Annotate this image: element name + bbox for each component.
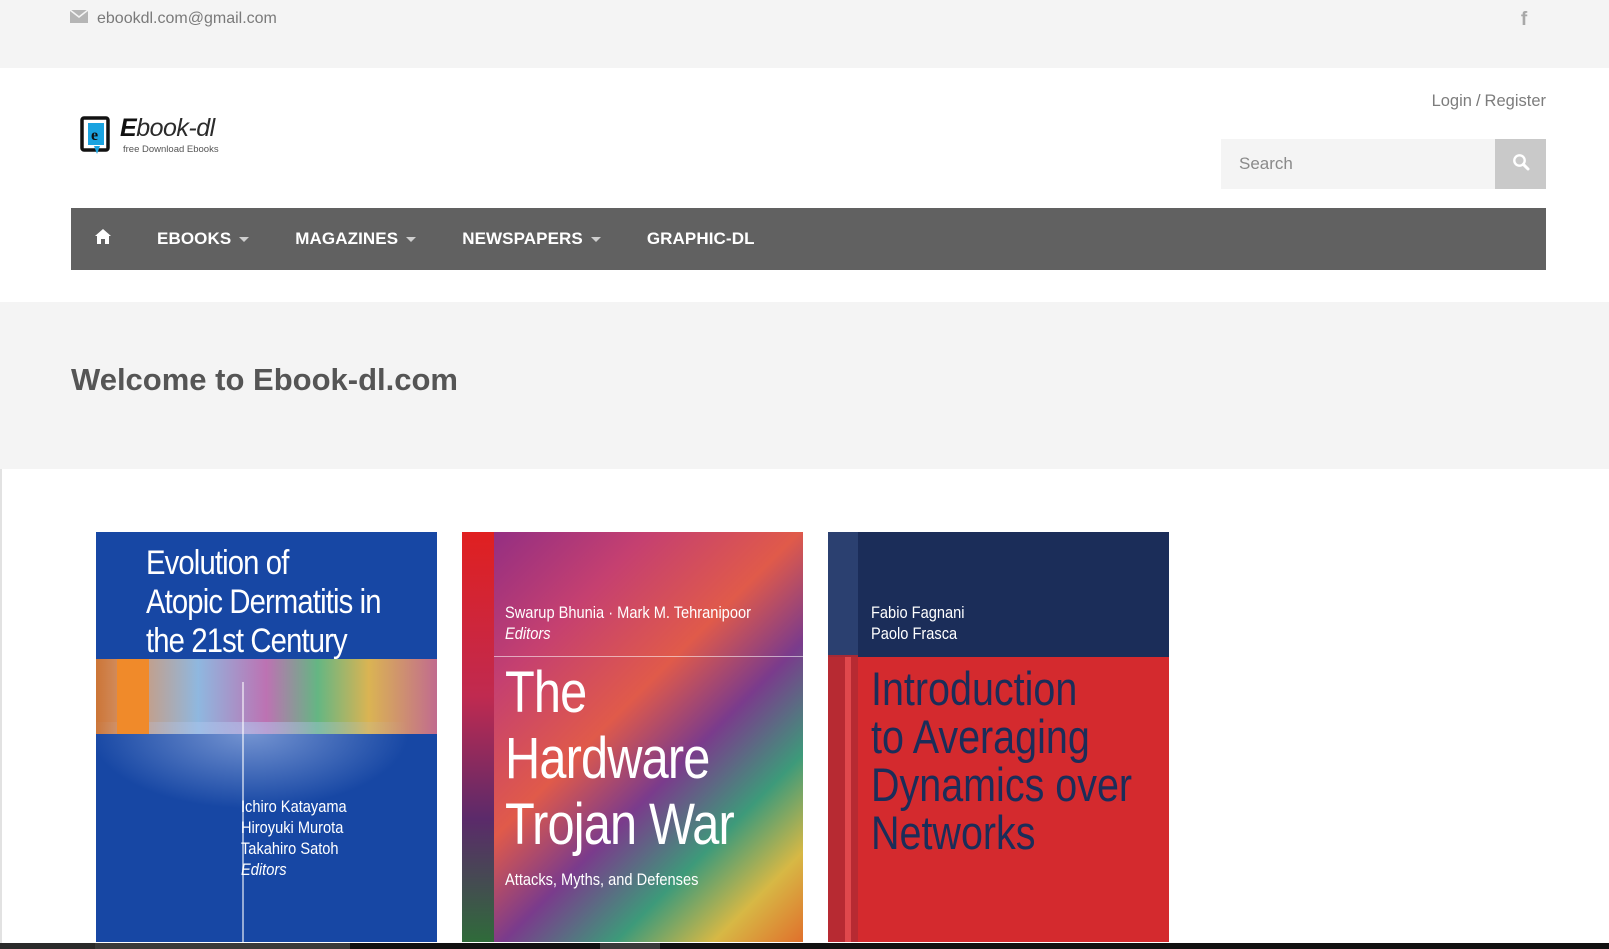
nav-newspapers-label: NEWSPAPERS	[462, 229, 583, 248]
caret-down-icon	[590, 236, 601, 242]
cover-art	[828, 532, 858, 942]
nav-newspapers[interactable]: NEWSPAPERS	[462, 208, 601, 270]
book-card[interactable]: Fabio Fagnani Paolo Frasca Introduction …	[828, 532, 1169, 942]
logo-wordmark: Ebook-dl	[120, 114, 215, 142]
search-icon	[1512, 153, 1530, 176]
login-link[interactable]: Login	[1432, 92, 1472, 110]
caret-down-icon	[406, 236, 417, 242]
contact-email[interactable]: ebookdl.com@gmail.com	[69, 8, 277, 30]
ebook-logo-icon: e	[80, 116, 114, 161]
book-card[interactable]: Evolution of Atopic Dermatitis in the 21…	[96, 532, 437, 942]
nav-ebooks[interactable]: EBOOKS	[157, 208, 250, 270]
nav-graphic-dl-label: GRAPHIC-DL	[646, 229, 755, 248]
main-nav: EBOOKS MAGAZINES NEWSPAPERS GRAPHIC-DL	[71, 208, 1546, 270]
top-bar: ebookdl.com@gmail.com f	[0, 0, 1609, 68]
email-text: ebookdl.com@gmail.com	[97, 10, 277, 27]
search-input[interactable]	[1221, 139, 1495, 189]
cover-art	[462, 532, 494, 942]
book-title: Evolution of Atopic Dermatitis in the 21…	[146, 544, 382, 660]
caret-down-icon	[239, 236, 250, 242]
site-header: e Ebook-dl free Download Ebooks Login / Re…	[0, 68, 1609, 302]
site-logo[interactable]: e Ebook-dl free Download Ebooks	[80, 114, 240, 161]
envelope-icon	[69, 9, 89, 28]
svg-text:e: e	[91, 127, 98, 144]
book-title: Introduction to Averaging Dynamics over …	[871, 662, 1133, 859]
book-title: The Hardware Trojan War	[505, 660, 735, 857]
book-authors: Fabio Fagnani Paolo Frasca	[871, 603, 965, 643]
welcome-band: Welcome to Ebook-dl.com	[0, 302, 1609, 469]
nav-home[interactable]	[71, 208, 135, 270]
cover-art	[845, 657, 851, 942]
cover-art	[117, 659, 149, 734]
cover-divider	[494, 656, 803, 657]
search-box	[1221, 139, 1546, 189]
book-subtitle: Attacks, Myths, and Defenses	[505, 870, 699, 889]
nav-ebooks-label: EBOOKS	[157, 229, 232, 248]
book-editors: Swarup Bhunia · Mark M. Tehranipoor Edit…	[505, 603, 751, 643]
register-link[interactable]: Register	[1485, 92, 1546, 110]
scrollbar-segment	[95, 943, 350, 949]
scrollbar-segment	[600, 943, 660, 949]
book-editors: Ichiro Katayama Hiroyuki Murota Takahiro…	[241, 797, 347, 879]
logo-tagline: free Download Ebooks	[123, 144, 219, 155]
scrollbar-segment	[0, 943, 95, 949]
nav-magazines[interactable]: MAGAZINES	[295, 208, 417, 270]
auth-links: Login / Register	[1432, 92, 1546, 111]
horizontal-scrollbar[interactable]	[0, 943, 1609, 949]
nav-graphic-dl[interactable]: GRAPHIC-DL	[647, 208, 755, 270]
book-card[interactable]: Swarup Bhunia · Mark M. Tehranipoor Edit…	[462, 532, 803, 942]
search-button[interactable]	[1495, 139, 1546, 189]
auth-separator: /	[1475, 92, 1481, 110]
facebook-icon[interactable]: f	[1514, 8, 1534, 32]
page-title: Welcome to Ebook-dl.com	[71, 362, 458, 397]
nav-magazines-label: MAGAZINES	[295, 229, 399, 248]
home-icon	[95, 229, 111, 249]
